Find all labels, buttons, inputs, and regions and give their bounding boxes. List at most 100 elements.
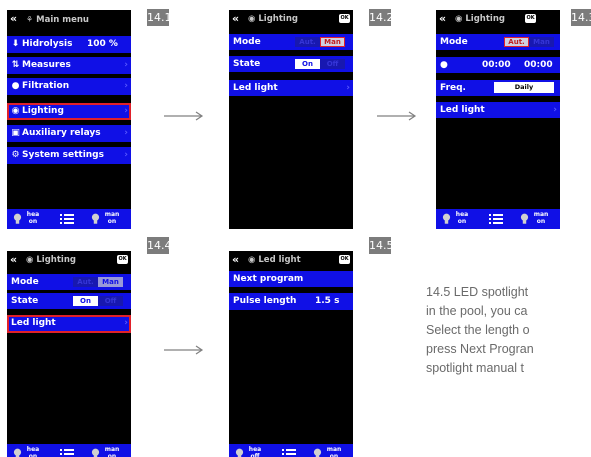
back-icon[interactable]: « [10, 12, 17, 25]
arrow-right-icon [377, 111, 417, 121]
chevron-right-icon: › [553, 105, 557, 115]
menu-list-icon[interactable] [60, 449, 74, 457]
led-light-row[interactable]: Led light › [229, 80, 353, 96]
state-option-off[interactable]: Off [320, 59, 345, 69]
menu-item-lighting[interactable]: ◉ Lighting › [7, 103, 131, 120]
footer-bar: hea on man on [7, 444, 131, 457]
screen-title: Lighting [258, 14, 298, 24]
chevron-right-icon: › [124, 318, 128, 328]
bulb-icon: ◉ [248, 255, 256, 265]
back-icon[interactable]: « [439, 12, 446, 25]
mode-option-manual[interactable]: Man [320, 37, 345, 47]
mode-option-auto[interactable]: Aut. [295, 37, 320, 47]
manual-status[interactable]: man on [325, 446, 343, 457]
ok-button[interactable]: OK [339, 255, 350, 264]
menu-item-measures[interactable]: ⇅ Measures › [7, 57, 131, 74]
chevron-right-icon: › [124, 81, 128, 91]
state-row: State On Off [229, 56, 353, 72]
bulb-icon[interactable] [235, 448, 244, 457]
led-light-row[interactable]: Led light › [436, 102, 560, 118]
menu-list-icon[interactable] [489, 214, 503, 224]
screen-title: Led light [258, 255, 301, 265]
mode-option-manual[interactable]: Man [98, 277, 123, 287]
header: « ◉ Lighting OK [7, 251, 131, 269]
mode-toggle[interactable]: Aut. Man [295, 37, 345, 47]
mode-toggle[interactable]: Aut. Man [504, 37, 554, 47]
arrow-right-icon [164, 111, 204, 121]
step-tag-14-3: 14.3 [571, 9, 591, 26]
schedule-row: ● 00:00 00:00 [436, 57, 560, 73]
mode-option-auto[interactable]: Aut. [73, 277, 98, 287]
bulb-icon[interactable] [442, 213, 451, 225]
led-light-row[interactable]: Led light › [7, 315, 131, 333]
mode-option-manual[interactable]: Man [529, 37, 554, 47]
screen-led-light: « ◉ Led light OK Next program Pulse leng… [229, 251, 353, 457]
menu-item-system-settings[interactable]: ⚙ System settings › [7, 147, 131, 164]
bulb-icon[interactable] [13, 213, 22, 225]
bulb-icon: ◉ [11, 106, 20, 116]
ok-button[interactable]: OK [339, 14, 350, 23]
menu-item-hidrolysis[interactable]: ⬇ Hidrolysis 100 % [7, 36, 131, 53]
manual-status[interactable]: man on [103, 446, 121, 457]
screen-title: Lighting [36, 255, 76, 265]
heating-status[interactable]: hea on [24, 446, 42, 457]
hidrolysis-value: 100 % [87, 39, 118, 49]
settings-icon: ⚘ [26, 15, 34, 24]
mode-option-auto[interactable]: Aut. [504, 37, 529, 47]
measures-icon: ⇅ [11, 60, 20, 70]
bulb-icon: ◉ [248, 14, 256, 24]
back-icon[interactable]: « [232, 253, 239, 266]
step-tag-14-5: 14.5 [369, 237, 394, 254]
footer-bar: hea off man on [229, 444, 353, 457]
bulb-icon[interactable] [520, 213, 529, 225]
filtration-icon: ● [11, 81, 20, 91]
time-end[interactable]: 00:00 [524, 60, 553, 71]
header: « ◉ Lighting OK [229, 10, 353, 28]
state-option-off[interactable]: Off [98, 296, 123, 306]
bulb-icon[interactable] [313, 448, 322, 457]
next-program-button[interactable]: Next program [229, 271, 353, 287]
heating-status[interactable]: hea off [246, 446, 264, 457]
back-icon[interactable]: « [10, 253, 17, 266]
menu-item-auxiliary-relays[interactable]: ▣ Auxiliary relays › [7, 125, 131, 142]
state-row: State On Off [7, 293, 131, 309]
mode-row: Mode Aut. Man [7, 274, 131, 290]
menu-item-filtration[interactable]: ● Filtration › [7, 78, 131, 95]
header: « ⚘ Main menu [7, 10, 131, 28]
manual-status[interactable]: man on [103, 211, 121, 225]
footer-bar: hea on man on [436, 209, 560, 229]
pulse-length-value[interactable]: 1.5 s [315, 296, 339, 307]
header: « ◉ Led light OK [229, 251, 353, 269]
manual-status[interactable]: man on [532, 211, 550, 225]
gear-icon: ⚙ [11, 150, 20, 160]
step-tag-14-1: 14.1 [147, 9, 172, 26]
bulb-icon[interactable] [91, 448, 100, 457]
state-toggle[interactable]: On Off [73, 296, 123, 306]
frequency-select[interactable]: Daily [494, 82, 554, 93]
state-toggle[interactable]: On Off [295, 59, 345, 69]
screen-title: Lighting [465, 14, 505, 24]
menu-list-icon[interactable] [60, 214, 74, 224]
screen-lighting-led: « ◉ Lighting OK Mode Aut. Man State On O… [7, 251, 131, 457]
arrow-right-icon [164, 345, 204, 355]
frequency-row: Freq. Daily [436, 80, 560, 96]
ok-button[interactable]: OK [525, 14, 536, 23]
time-start[interactable]: 00:00 [482, 60, 511, 71]
heating-status[interactable]: hea on [453, 211, 471, 225]
mode-toggle[interactable]: Aut. Man [73, 277, 123, 287]
bulb-icon[interactable] [91, 213, 100, 225]
bulb-icon[interactable] [13, 448, 22, 457]
heating-status[interactable]: hea on [24, 211, 42, 225]
state-option-on[interactable]: On [73, 296, 98, 306]
step-tag-14-2: 14.2 [369, 9, 394, 26]
description-text: 14.5 LED spotlight in the pool, you ca S… [426, 285, 534, 375]
screen-lighting-manual: « ◉ Lighting OK Mode Aut. Man State On O… [229, 10, 353, 229]
state-option-on[interactable]: On [295, 59, 320, 69]
mode-row: Mode Aut. Man [229, 34, 353, 50]
chevron-right-icon: › [346, 83, 350, 93]
bulb-icon: ◉ [26, 255, 34, 265]
screen-main-menu: « ⚘ Main menu ⬇ Hidrolysis 100 % ⇅ Measure… [7, 10, 131, 229]
back-icon[interactable]: « [232, 12, 239, 25]
menu-list-icon[interactable] [282, 449, 296, 457]
ok-button[interactable]: OK [117, 255, 128, 264]
